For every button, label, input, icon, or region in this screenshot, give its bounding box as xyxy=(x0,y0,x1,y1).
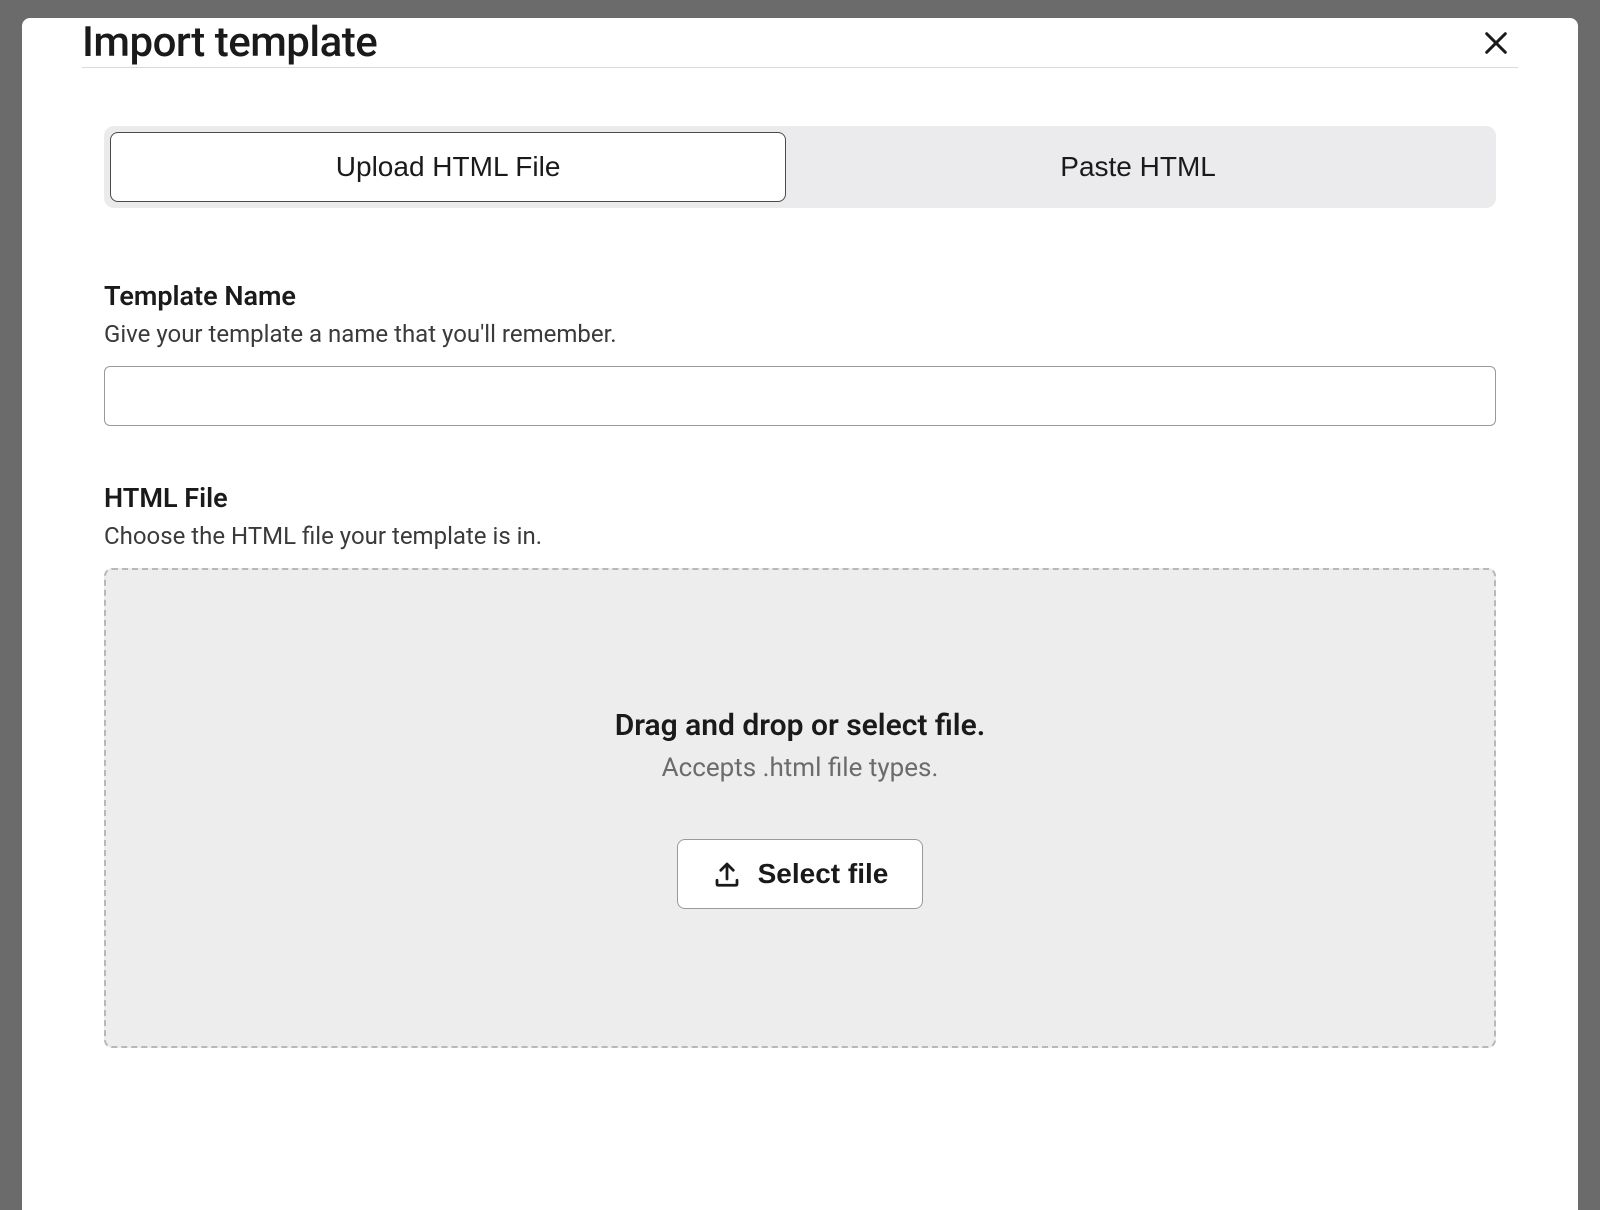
select-file-button[interactable]: Select file xyxy=(677,839,924,909)
modal-body: Upload HTML File Paste HTML Template Nam… xyxy=(22,68,1578,1144)
modal-title: Import template xyxy=(82,18,377,67)
import-method-tabs: Upload HTML File Paste HTML xyxy=(104,126,1496,208)
file-dropzone[interactable]: Drag and drop or select file. Accepts .h… xyxy=(104,568,1496,1048)
close-icon xyxy=(1482,29,1510,57)
html-file-section: HTML File Choose the HTML file your temp… xyxy=(104,482,1496,1048)
import-template-modal: Import template Upload HTML File Paste H… xyxy=(22,18,1578,1210)
template-name-label: Template Name xyxy=(104,280,1496,312)
tab-paste-html[interactable]: Paste HTML xyxy=(786,132,1490,202)
select-file-label: Select file xyxy=(758,858,889,890)
close-button[interactable] xyxy=(1474,21,1518,65)
template-name-section: Template Name Give your template a name … xyxy=(104,280,1496,426)
html-file-label: HTML File xyxy=(104,482,1496,514)
html-file-help: Choose the HTML file your template is in… xyxy=(104,522,1496,550)
tab-upload-html-file[interactable]: Upload HTML File xyxy=(110,132,786,202)
dropzone-subtitle: Accepts .html file types. xyxy=(662,753,939,783)
template-name-help: Give your template a name that you'll re… xyxy=(104,320,1496,348)
template-name-input[interactable] xyxy=(104,366,1496,426)
upload-icon xyxy=(712,859,742,889)
dropzone-title: Drag and drop or select file. xyxy=(615,708,986,743)
